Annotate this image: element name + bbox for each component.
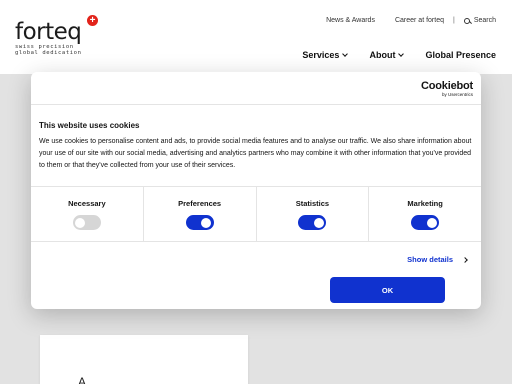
toggle-preferences: Preferences — [144, 187, 257, 241]
nav-global-label: Global Presence — [425, 50, 496, 60]
plus-icon: + — [87, 15, 98, 26]
top-nav: News & Awards Career at forteq | Search — [326, 17, 496, 24]
logo-wordmark: forteq — [15, 19, 82, 45]
chevron-right-icon — [462, 256, 468, 263]
card-mark: A — [78, 375, 87, 384]
necessary-switch — [72, 215, 101, 230]
preferences-switch[interactable] — [185, 215, 214, 230]
switch-knob — [75, 217, 86, 228]
chevron-down-icon — [342, 50, 349, 57]
chevron-down-icon — [398, 50, 405, 57]
dialog-divider — [31, 104, 481, 105]
main-nav: Services About Global Presence — [280, 50, 496, 60]
nav-about-label: About — [369, 50, 396, 60]
logo-tagline-2: global dedication — [15, 50, 82, 56]
nav-separator: | — [452, 17, 455, 24]
forteq-logo[interactable]: forteq + swiss precision global dedicati… — [15, 15, 98, 56]
dialog-body-text: We use cookies to personalise content an… — [39, 138, 472, 169]
toggle-statistics-label: Statistics — [295, 199, 330, 208]
cookie-consent-dialog: Cookiebot by Usercentrics This website u… — [31, 72, 481, 309]
nav-news-awards[interactable]: News & Awards — [326, 17, 375, 24]
cookiebot-sub: by Usercentrics — [441, 92, 473, 97]
switch-knob — [201, 217, 212, 228]
toggle-marketing: Marketing — [369, 187, 481, 241]
nav-about[interactable]: About — [369, 50, 405, 60]
toggle-preferences-label: Preferences — [178, 199, 222, 208]
show-details-link[interactable]: Show details — [407, 255, 468, 264]
switch-knob — [426, 217, 437, 228]
background-card: A — [40, 335, 248, 384]
cookiebot-name: Cookiebot — [421, 80, 473, 92]
toggle-marketing-label: Marketing — [407, 199, 443, 208]
show-details-label: Show details — [407, 255, 453, 264]
nav-career[interactable]: Career at forteq — [395, 17, 444, 24]
marketing-switch[interactable] — [411, 215, 440, 230]
search-icon[interactable] — [463, 17, 470, 24]
nav-services-label: Services — [302, 50, 340, 60]
toggle-statistics: Statistics — [257, 187, 370, 241]
nav-services[interactable]: Services — [302, 50, 349, 60]
ok-button[interactable]: OK — [330, 277, 445, 303]
site-header: forteq + swiss precision global dedicati… — [0, 0, 512, 74]
toggle-necessary: Necessary — [31, 187, 144, 241]
switch-knob — [313, 217, 324, 228]
statistics-switch[interactable] — [298, 215, 327, 230]
toggle-necessary-label: Necessary — [68, 199, 106, 208]
nav-search[interactable]: Search — [474, 17, 496, 24]
consent-toggles: Necessary Preferences Statistics Marketi… — [31, 186, 481, 242]
cookiebot-logo: Cookiebot by Usercentrics — [421, 81, 473, 98]
nav-global-presence[interactable]: Global Presence — [425, 50, 496, 60]
dialog-title: This website uses cookies — [39, 121, 140, 130]
